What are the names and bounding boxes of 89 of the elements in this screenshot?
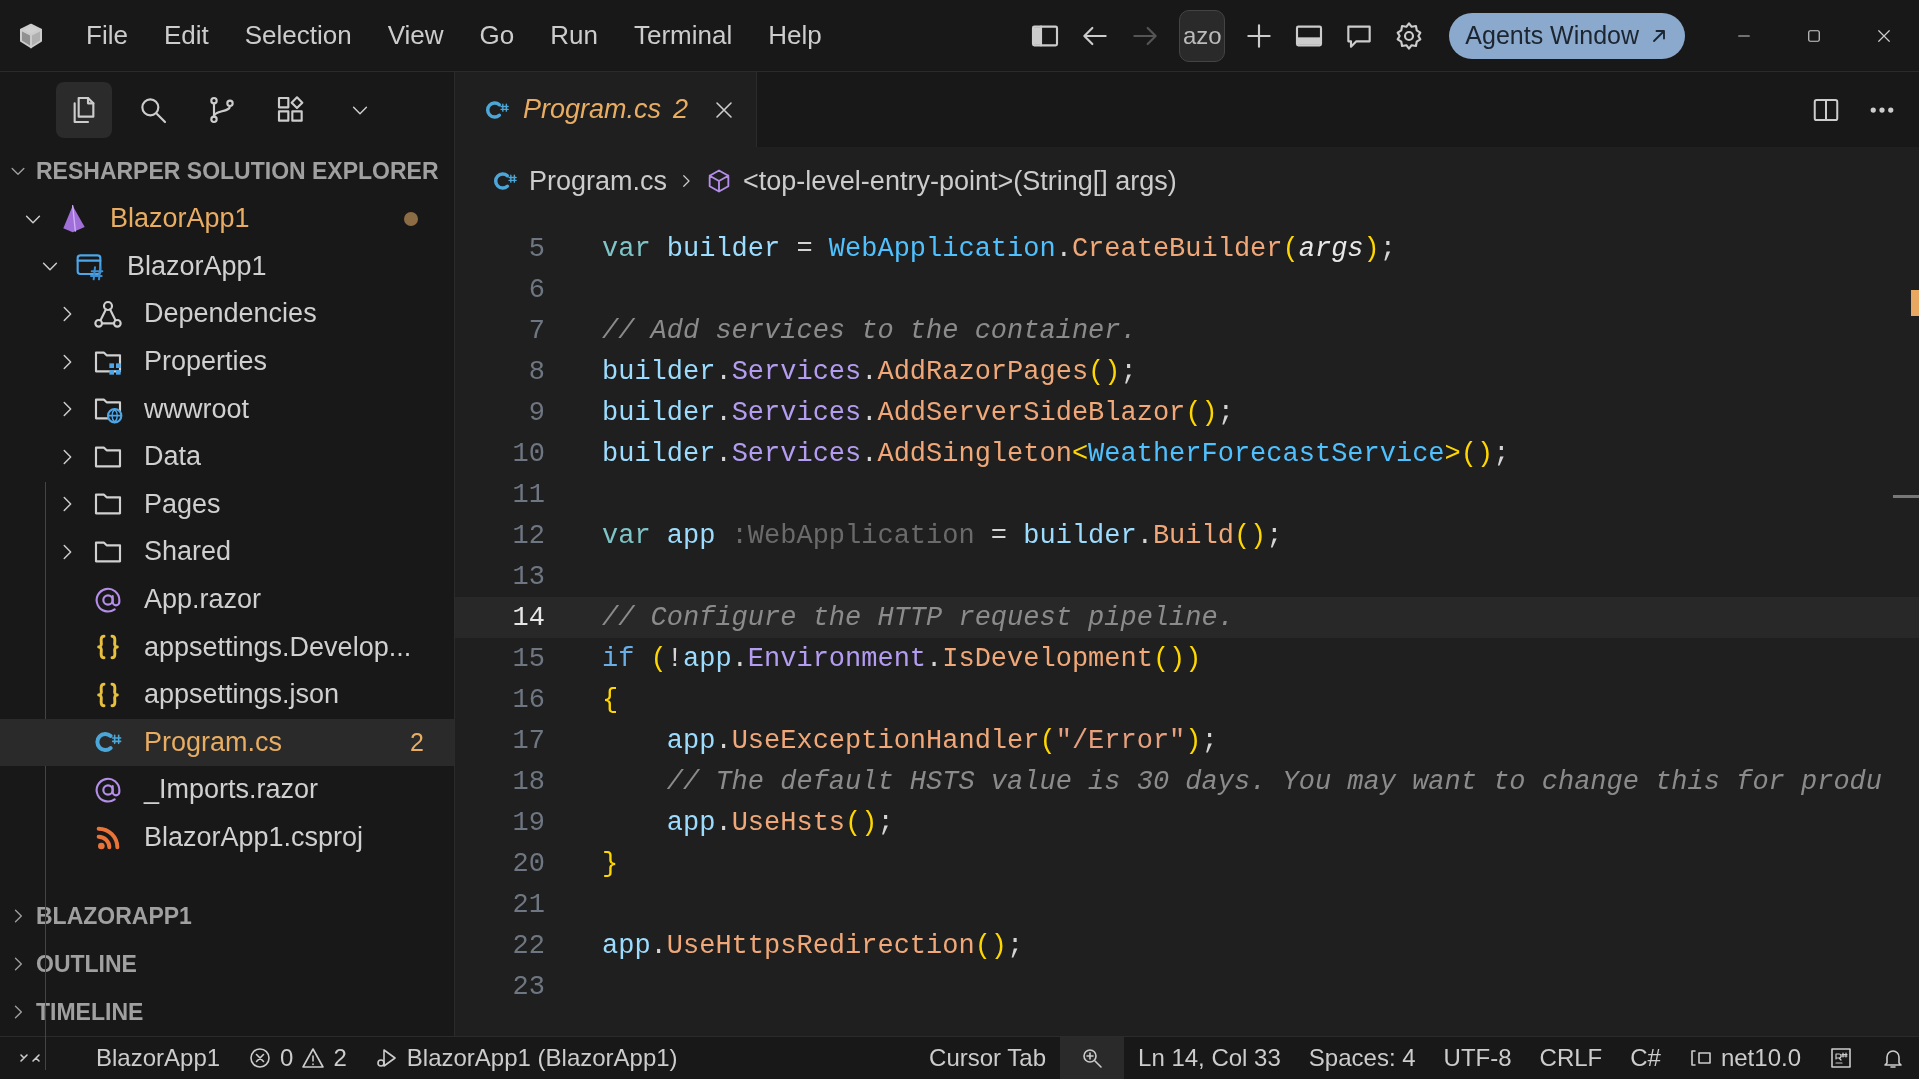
line-number: 21 <box>511 889 545 920</box>
code-line: // Add services to the container. <box>602 315 1137 346</box>
breadcrumb-item[interactable]: Program.cs <box>529 165 668 197</box>
menu-item[interactable]: Terminal <box>615 14 751 57</box>
code-line: var builder = WebApplication.CreateBuilder(args); <box>602 233 1396 264</box>
line-number: 22 <box>511 930 545 961</box>
line-number: 12 <box>511 520 545 551</box>
section-title: RESHARPER SOLUTION EXPLORER <box>36 157 439 185</box>
tree-item[interactable]: Shared <box>0 528 454 576</box>
status-item[interactable]: Ln 14, Col 33 <box>1124 1037 1295 1079</box>
code-line: app.UseHttpsRedirection(); <box>602 930 1024 961</box>
code-line: builder.Services.AddSingleton<WeatherForecastService>(); <box>602 438 1510 469</box>
status-item[interactable]: Cursor Tab <box>915 1037 1061 1079</box>
overview-ruler-mark <box>1893 495 1919 498</box>
line-number: 20 <box>511 848 545 879</box>
error-icon <box>248 1046 273 1070</box>
code-line: app.UseHsts(); <box>665 807 894 838</box>
tree-item[interactable]: Program.cs 2 <box>0 718 454 767</box>
line-number: 17 <box>511 725 545 756</box>
code-line: { <box>602 684 619 715</box>
line-number: 5 <box>527 233 545 264</box>
tree-item[interactable]: BlazorApp1.csproj <box>0 813 454 862</box>
status-item[interactable]: CRLF <box>1525 1037 1617 1079</box>
status-item[interactable]: C# <box>1616 1037 1675 1079</box>
problems-indicator[interactable]: 0 2 <box>234 1037 361 1079</box>
code-line: app.UseExceptionHandler("/Error"); <box>665 725 1218 756</box>
run-debug-icon <box>374 1046 399 1070</box>
code-line: // Configure the HTTP request pipeline. <box>602 602 1234 633</box>
line-number: 23 <box>511 971 545 1002</box>
command-center[interactable]: azo <box>1179 9 1226 62</box>
breadcrumb-item[interactable]: <top-level-entry-point>(String[] args) <box>743 165 1177 197</box>
line-number: 11 <box>511 479 545 510</box>
line-number: 6 <box>527 274 545 305</box>
code-line: // The default HSTS value is 30 days. You may want to change this for produ <box>665 766 1882 797</box>
section-header[interactable]: RESHARPER SOLUTION EXPLORER <box>0 147 454 195</box>
status-item[interactable]: UTF-8 <box>1429 1037 1526 1079</box>
problem-count: 2 <box>410 727 424 757</box>
line-number: 14 <box>511 602 545 633</box>
menu-item[interactable]: Go <box>461 14 533 57</box>
line-number: 10 <box>511 438 545 469</box>
framework-indicator[interactable]: net10.0 <box>1674 1037 1815 1079</box>
status-item[interactable]: BlazorApp1 <box>82 1037 235 1079</box>
resharper-icon[interactable] <box>1829 1046 1853 1070</box>
line-number: 18 <box>511 766 545 797</box>
tree-item[interactable]: Dependencies <box>0 290 454 338</box>
line-number: 15 <box>511 643 545 674</box>
menu-item[interactable]: Help <box>750 14 840 57</box>
status-item[interactable]: Spaces: 4 <box>1294 1037 1430 1079</box>
zoom-in-icon <box>1080 1046 1105 1070</box>
section-title: OUTLINE <box>36 950 137 978</box>
agents-window-button[interactable]: Agents Window <box>1449 12 1685 59</box>
line-number: 9 <box>527 397 545 428</box>
section-header[interactable]: OUTLINE <box>0 940 454 988</box>
code-line: builder.Services.AddRazorPages(); <box>602 356 1137 387</box>
section-title: TIMELINE <box>36 998 144 1026</box>
activity-tab[interactable] <box>56 81 112 138</box>
tree-item[interactable]: wwwroot <box>0 385 454 433</box>
warning-icon <box>301 1046 326 1070</box>
overview-ruler-mark <box>1911 290 1919 316</box>
section-header[interactable]: BLAZORAPP1 <box>0 892 454 940</box>
tree-item[interactable]: App.razor <box>0 575 454 624</box>
section-title: BLAZORAPP1 <box>36 902 192 930</box>
debug-target[interactable]: BlazorApp1 (BlazorApp1) <box>360 1037 692 1079</box>
zoom-button[interactable] <box>1060 1037 1125 1079</box>
menu-item[interactable]: Run <box>532 14 616 57</box>
tree-item[interactable]: BlazorApp1 <box>0 195 454 243</box>
menu-item[interactable]: File <box>68 14 146 57</box>
code-line: } <box>602 848 619 879</box>
tree-item[interactable]: Pages <box>0 480 454 529</box>
code-line: if (!app.Environment.IsDevelopment()) <box>602 643 1202 674</box>
code-line: builder.Services.AddServerSideBlazor(); <box>602 397 1234 428</box>
tree-item[interactable]: BlazorApp1 <box>0 242 454 291</box>
menu-item[interactable]: Selection <box>226 14 370 57</box>
editor-tab[interactable]: Program.cs 2 <box>455 72 758 147</box>
line-number: 7 <box>527 315 545 346</box>
section-header[interactable]: TIMELINE <box>0 988 454 1036</box>
tree-item[interactable]: appsettings.json <box>0 670 454 719</box>
tree-item[interactable]: Properties <box>0 337 454 386</box>
line-number: 16 <box>511 684 545 715</box>
line-number: 13 <box>511 561 545 592</box>
tree-item[interactable]: appsettings.Develop... <box>0 623 454 671</box>
line-number: 19 <box>511 807 545 838</box>
menu-item[interactable]: Edit <box>145 14 227 57</box>
menu-item[interactable]: View <box>369 14 462 57</box>
tree-item[interactable]: Data <box>0 432 454 481</box>
code-line: var app :WebApplication = builder.Build(); <box>602 520 1283 551</box>
dependencies-icon <box>92 298 124 330</box>
tree-item[interactable]: _Imports.razor <box>0 766 454 814</box>
line-number: 8 <box>527 356 545 387</box>
